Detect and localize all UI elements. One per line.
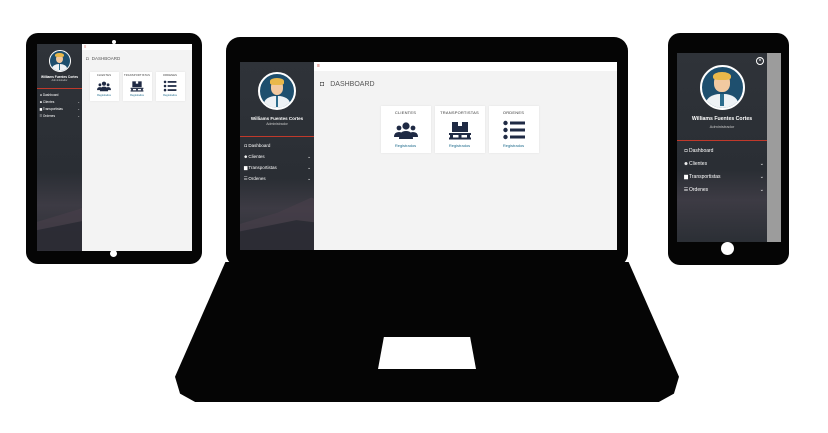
chevron-down-icon: ⌄ <box>759 186 764 193</box>
chevron-down-icon: ⌄ <box>759 173 764 180</box>
tablet-screen: Williams Fuentes Cortes Administrador ◘ D… <box>37 44 192 251</box>
user-name: Williams Fuentes Cortes <box>691 116 753 122</box>
chevron-down-icon: ⌄ <box>307 164 311 170</box>
devices-mockup: Williams Fuentes Cortes Administrador ◘ D… <box>0 0 828 433</box>
sidebar-drawer: × Williams Fuentes Cortes Administrador … <box>677 53 767 242</box>
card-title: CLIENTES <box>394 110 417 115</box>
sidebar: Williams Fuentes Cortes Administrador ◘ D… <box>37 44 82 251</box>
card-clientes[interactable]: CLIENTES Registrados <box>380 106 431 153</box>
dashboard-cards: CLIENTES Registrados TRANSPORTISTAS Regi… <box>82 72 192 101</box>
card-title: ORDENES <box>502 110 525 115</box>
sidebar-item-ordenes[interactable]: ☰ Ordenes ⌄ <box>677 183 767 196</box>
list-icon <box>502 120 525 140</box>
laptop-trackpad <box>378 337 476 369</box>
card-title: TRANSPORTISTAS <box>440 110 479 115</box>
menu-toggle-button[interactable]: ≡ <box>84 44 86 49</box>
topbar: ≡ <box>314 62 617 71</box>
sidebar-item-clientes[interactable]: ☻ Clientes ⌄ <box>37 98 82 105</box>
sidebar-item-dashboard[interactable]: ◘ Dashboard <box>240 140 314 151</box>
profile: Williams Fuentes Cortes Administrador <box>37 44 82 89</box>
card-link[interactable]: Registrados <box>97 94 111 97</box>
sidebar-item-transportistas[interactable]: ▆ Transportistas ⌄ <box>37 105 82 112</box>
card-transportistas[interactable]: TRANSPORTISTAS Registrados <box>122 72 152 101</box>
dashboard-icon: ◘ <box>320 81 325 88</box>
page-header: ◘ DASHBOARD <box>82 50 192 67</box>
laptop-screen: Williams Fuentes Cortes Administrador ◘ D… <box>240 62 617 250</box>
card-link[interactable]: Registrados <box>449 143 470 148</box>
chevron-down-icon: ⌄ <box>759 160 764 167</box>
main-content: ≡ ◘ DASHBOARD CLIENTES Registrados TRANSP… <box>314 62 617 250</box>
pallet-icon <box>448 122 471 140</box>
avatar <box>48 50 71 72</box>
card-title: ORDENES <box>162 74 178 77</box>
users-icon <box>393 122 418 139</box>
card-title: CLIENTES <box>96 74 112 77</box>
pallet-icon <box>130 81 144 92</box>
mountain-background <box>240 197 314 250</box>
page-header: ◘ DASHBOARD <box>314 71 617 98</box>
avatar <box>699 65 745 110</box>
phone-screen: × Williams Fuentes Cortes Administrador … <box>677 53 781 242</box>
user-name: Williams Fuentes Cortes <box>250 116 304 121</box>
card-transportistas[interactable]: TRANSPORTISTAS Registrados <box>434 106 485 153</box>
close-icon[interactable]: × <box>756 57 764 65</box>
chevron-down-icon: ⌄ <box>307 175 311 181</box>
sidebar-item-transportistas[interactable]: ▆ Transportistas ⌄ <box>240 162 314 173</box>
card-link[interactable]: Registrados <box>503 143 524 148</box>
sidebar-item-dashboard[interactable]: ◘ Dashboard <box>677 144 767 157</box>
main-content: ≡ ◘ DASHBOARD CLIENTES Registrados TRANSP… <box>82 44 192 251</box>
card-clientes[interactable]: CLIENTES Registrados <box>89 72 119 101</box>
sidebar-menu: ◘ Dashboard ☻ Clientes ⌄ ▆ Transportistas ⌄ ☰… <box>677 144 767 196</box>
menu-toggle-button[interactable]: ≡ <box>317 63 320 69</box>
sidebar-item-clientes[interactable]: ☻ Clientes ⌄ <box>240 151 314 162</box>
chevron-down-icon: ⌄ <box>307 153 311 159</box>
sidebar: Williams Fuentes Cortes Administrador ◘ D… <box>240 62 314 250</box>
profile: Williams Fuentes Cortes Administrador <box>240 62 314 137</box>
chevron-down-icon: ⌄ <box>77 113 80 118</box>
dashboard-icon: ◘ <box>86 56 89 61</box>
user-role: Administrador <box>266 122 288 126</box>
tablet-home-button <box>110 250 117 257</box>
card-title: TRANSPORTISTAS <box>123 74 151 77</box>
chevron-down-icon: ⌄ <box>77 99 80 104</box>
phone-home-button <box>721 242 734 255</box>
card-link[interactable]: Registrados <box>395 143 416 148</box>
card-link[interactable]: Registrados <box>130 94 144 97</box>
profile: Williams Fuentes Cortes Administrador <box>677 53 767 141</box>
card-ordenes[interactable]: ORDENES Registrados <box>155 72 185 101</box>
card-ordenes[interactable]: ORDENES Registrados <box>488 106 539 153</box>
sidebar-item-dashboard[interactable]: ◘ Dashboard <box>37 91 82 98</box>
card-link[interactable]: Registrados <box>163 94 177 97</box>
user-role: Administrador <box>51 79 68 82</box>
users-icon <box>97 81 111 92</box>
page-title: DASHBOARD <box>330 81 375 88</box>
sidebar-menu: ◘ Dashboard ☻ Clientes ⌄ ▆ Transportistas ⌄ ☰… <box>37 91 82 119</box>
chevron-down-icon: ⌄ <box>77 106 80 111</box>
sidebar-item-ordenes[interactable]: ☰ Ordenes ⌄ <box>37 112 82 119</box>
user-role: Administrador <box>709 124 735 129</box>
sidebar-item-clientes[interactable]: ☻ Clientes ⌄ <box>677 157 767 170</box>
laptop-base <box>175 262 679 402</box>
mountain-background <box>37 208 82 251</box>
list-icon <box>163 80 177 92</box>
sidebar-menu: ◘ Dashboard ☻ Clientes ⌄ ▆ Transportistas ⌄ ☰… <box>240 140 314 184</box>
page-title: DASHBOARD <box>91 56 121 61</box>
avatar <box>258 72 296 110</box>
sidebar-item-transportistas[interactable]: ▆ Transportistas ⌄ <box>677 170 767 183</box>
dashboard-cards: CLIENTES Registrados TRANSPORTISTAS Regi… <box>314 106 617 153</box>
sidebar-item-ordenes[interactable]: ☰ Ordenes ⌄ <box>240 173 314 184</box>
